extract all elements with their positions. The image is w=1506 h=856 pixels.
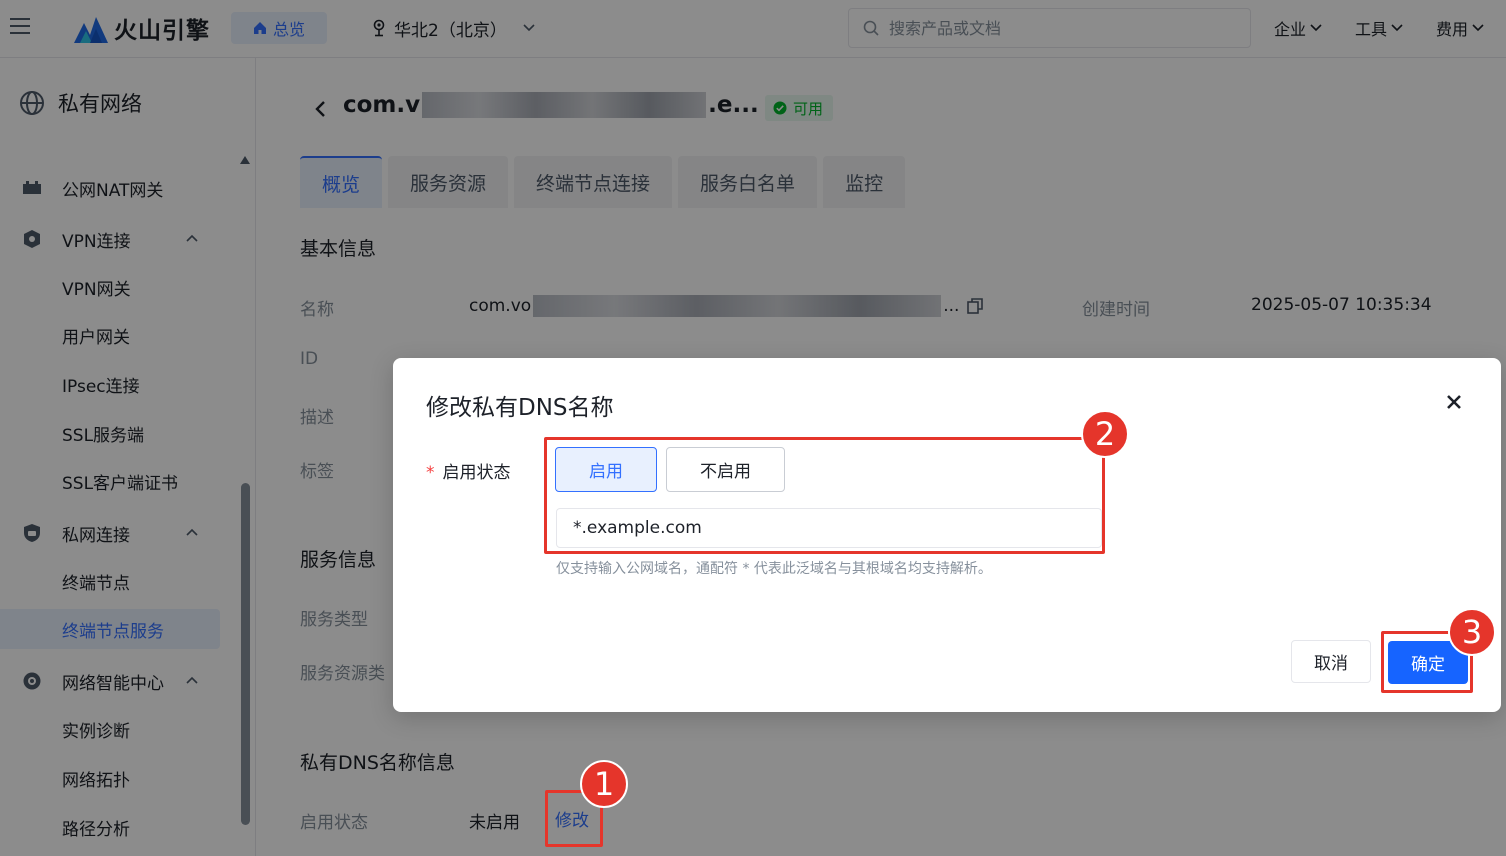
step-marker-2: 2 [1081, 410, 1129, 458]
cancel-button[interactable]: 取消 [1291, 640, 1371, 683]
close-icon[interactable] [1445, 393, 1463, 411]
step-marker-1: 1 [580, 760, 628, 808]
enable-option-button[interactable]: 启用 [555, 447, 657, 492]
dns-name-input[interactable] [556, 508, 1102, 548]
enable-status-label: * 启用状态 [426, 458, 511, 483]
edit-private-dns-dialog: 修改私有DNS名称 * 启用状态 启用 不启用 仅支持输入公网域名，通配符 * 代… [393, 358, 1501, 712]
enable-status-text: 启用状态 [442, 463, 511, 483]
dns-hint-text: 仅支持输入公网域名，通配符 * 代表此泛域名与其根域名均支持解析。 [556, 561, 992, 577]
disable-option-button[interactable]: 不启用 [666, 447, 785, 492]
step-marker-3: 3 [1448, 608, 1496, 656]
required-mark: * [426, 463, 435, 483]
dialog-title: 修改私有DNS名称 [426, 395, 614, 421]
